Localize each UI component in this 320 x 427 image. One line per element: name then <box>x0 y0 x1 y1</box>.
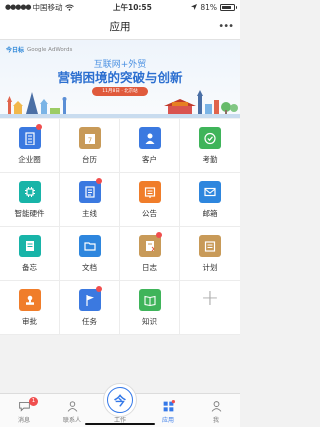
stamp-icon <box>18 289 41 311</box>
unread-dot <box>36 124 42 130</box>
app-label: 台历 <box>82 155 97 164</box>
app-label: 智能硬件 <box>14 209 45 218</box>
battery-icon <box>220 3 237 11</box>
chip-icon <box>18 181 41 203</box>
clock-check-icon <box>199 127 221 149</box>
app-label: 文档 <box>82 263 97 272</box>
customer-icon <box>138 127 161 149</box>
unread-badge: 1 <box>29 397 38 406</box>
app-label: 客户 <box>142 155 157 164</box>
app-label: 任务 <box>82 317 97 326</box>
app-tile-flag[interactable]: 任务 <box>60 281 120 335</box>
carrier-name: 中国移动 <box>32 2 63 12</box>
app-tile-chip[interactable]: 智能硬件 <box>0 173 60 227</box>
unread-dot <box>96 178 102 184</box>
app-label: 日志 <box>142 263 157 272</box>
tab-label: 我 <box>212 417 219 424</box>
tab-profile[interactable]: 我 <box>192 394 240 427</box>
app-tile-mail[interactable]: 邮箱 <box>180 173 240 227</box>
app-tile-stamp[interactable]: 审批 <box>0 281 60 335</box>
app-label: 审批 <box>22 317 37 326</box>
app-label: 公告 <box>142 209 157 218</box>
app-tile-book[interactable]: 知识 <box>120 281 180 335</box>
app-label: 考勤 <box>202 155 218 164</box>
unread-dot <box>156 232 162 238</box>
add-app-button[interactable]: + <box>180 281 240 335</box>
app-label: 企业圈 <box>18 155 41 164</box>
contacts-icon <box>67 401 77 412</box>
building-icon <box>18 127 41 149</box>
journal-icon <box>138 235 161 257</box>
list-icon <box>78 181 101 203</box>
app-tile-customer[interactable]: 客户 <box>120 119 180 173</box>
partner-logo: Google AdWords <box>27 46 73 53</box>
location-icon <box>191 4 198 10</box>
app-label: 备忘 <box>22 263 37 272</box>
app-tile-plan[interactable]: 计划 <box>180 227 240 281</box>
memo-icon <box>18 235 41 257</box>
plus-icon: + <box>200 286 220 311</box>
work-icon: 今 <box>107 387 133 413</box>
page-title: 应用 <box>109 21 131 33</box>
mail-icon <box>199 181 221 203</box>
app-tile-journal[interactable]: 日志 <box>120 227 180 281</box>
folder-icon <box>78 235 101 257</box>
app-tile-folder[interactable]: 文档 <box>60 227 120 281</box>
app-label: 计划 <box>202 263 218 272</box>
brand-logo: 今日标 <box>6 47 25 54</box>
app-tile-clock-check[interactable]: 考勤 <box>180 119 240 173</box>
announcement-icon <box>138 181 161 203</box>
landmarks-illustration <box>0 90 240 118</box>
app-tile-building[interactable]: 企业圈 <box>0 119 60 173</box>
app-grid: 企业圈 7 台历 客户 考勤智能硬件 主线 公告 邮箱备忘 文档 日志 计划审批 任务 知识 + <box>0 119 240 335</box>
flag-icon <box>78 289 101 311</box>
calendar-icon: 7 <box>78 127 101 149</box>
home-indicator <box>85 423 155 425</box>
apps-grid-icon <box>163 400 175 412</box>
app-label: 邮箱 <box>202 209 218 218</box>
app-tile-memo[interactable]: 备忘 <box>0 227 60 281</box>
banner-headline: 营销困境的突破与创新 <box>57 70 183 85</box>
status-time: 上午10:55 <box>113 2 152 12</box>
book-icon <box>138 289 161 311</box>
app-tile-announcement[interactable]: 公告 <box>120 173 180 227</box>
work-button[interactable]: 今 <box>103 383 137 417</box>
unread-dot <box>96 286 102 292</box>
battery-percent: 81% <box>200 2 217 12</box>
app-label: 主线 <box>82 209 97 218</box>
tab-label: 应用 <box>161 417 174 424</box>
plan-icon <box>199 235 221 257</box>
wifi-icon <box>64 4 74 11</box>
signal-icon: ●●●●● <box>5 3 32 11</box>
app-tile-calendar[interactable]: 7 台历 <box>60 119 120 173</box>
promo-banner[interactable]: 今日标 Google AdWords 互联网+外贸 营销困境的突破与创新 11月… <box>0 40 240 118</box>
svg-text:7: 7 <box>87 137 91 145</box>
profile-icon <box>211 401 221 412</box>
tab-label: 联系人 <box>62 417 81 424</box>
more-button[interactable]: ••• <box>218 21 234 32</box>
tab-label: 消息 <box>17 417 30 424</box>
banner-brand: 今日标 Google AdWords <box>6 45 73 55</box>
app-tile-list[interactable]: 主线 <box>60 173 120 227</box>
nav-bar: 应用 ••• <box>0 14 240 40</box>
app-label: 知识 <box>142 317 157 326</box>
tab-chat[interactable]: 消息 1 <box>0 394 48 427</box>
status-bar: ●●●●● 中国移动 上午10:55 81% <box>0 0 240 14</box>
